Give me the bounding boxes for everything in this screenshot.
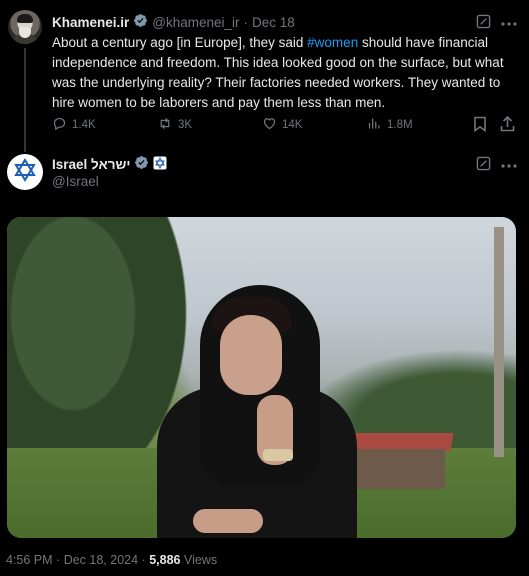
tweet-header: Khamenei.ir @khamenei_ir · Dec 18 <box>52 13 295 31</box>
repost-icon <box>157 116 178 134</box>
post-date[interactable]: Dec 18, 2024 <box>64 553 138 567</box>
like-count: 14K <box>282 119 303 131</box>
post-time[interactable]: 4:56 PM <box>6 553 53 567</box>
tweet-date[interactable]: Dec 18 <box>252 15 295 30</box>
views-count: 1.8M <box>387 119 413 131</box>
reply-author-name[interactable]: Israel ישראל <box>52 157 130 172</box>
more-options-icon[interactable] <box>501 16 517 34</box>
verified-badge-icon <box>133 13 148 31</box>
avatar-khamenei[interactable] <box>8 10 42 44</box>
avatar-israel[interactable] <box>7 154 43 190</box>
repost-count: 3K <box>178 119 193 131</box>
share-icon[interactable] <box>500 115 515 137</box>
reply-count: 1.4K <box>72 119 96 131</box>
tweet-text: About a century ago [in Europe], they sa… <box>52 33 520 113</box>
header-separator: · <box>243 14 249 30</box>
tweet-photo[interactable] <box>7 217 516 538</box>
repost-button[interactable]: 3K <box>157 116 192 134</box>
reply-header: Israel ישראל <box>52 155 167 173</box>
hashtag-link[interactable]: #women <box>307 35 358 50</box>
heart-icon <box>262 116 282 134</box>
bookmark-icon[interactable] <box>473 116 487 137</box>
thread-line <box>24 48 26 152</box>
footer-views-count: 5,886 <box>149 553 181 567</box>
footer-separator: · <box>56 553 61 567</box>
verified-badge-icon <box>134 155 149 173</box>
tweet-text-part: About a century ago [in Europe], they sa… <box>52 35 308 50</box>
government-emblem-icon <box>153 156 167 173</box>
star-of-david-icon <box>13 157 37 187</box>
like-button[interactable]: 14K <box>262 116 302 134</box>
tweet-timestamp-footer: 4:56 PM · Dec 18, 2024 · 5,886 Views <box>6 553 217 567</box>
reply-author-handle[interactable]: @Israel <box>52 174 99 189</box>
grok-icon[interactable] <box>476 14 491 34</box>
more-options-icon[interactable] <box>501 158 517 176</box>
reply-button[interactable]: 1.4K <box>52 116 96 134</box>
footer-separator: · <box>141 553 146 567</box>
views-button[interactable]: 1.8M <box>367 116 413 134</box>
author-name[interactable]: Khamenei.ir <box>52 15 129 30</box>
reply-icon <box>52 116 72 134</box>
analytics-icon <box>367 116 387 134</box>
grok-icon[interactable] <box>476 156 491 176</box>
author-handle[interactable]: @khamenei_ir <box>152 15 239 30</box>
footer-views-label: Views <box>183 553 218 567</box>
